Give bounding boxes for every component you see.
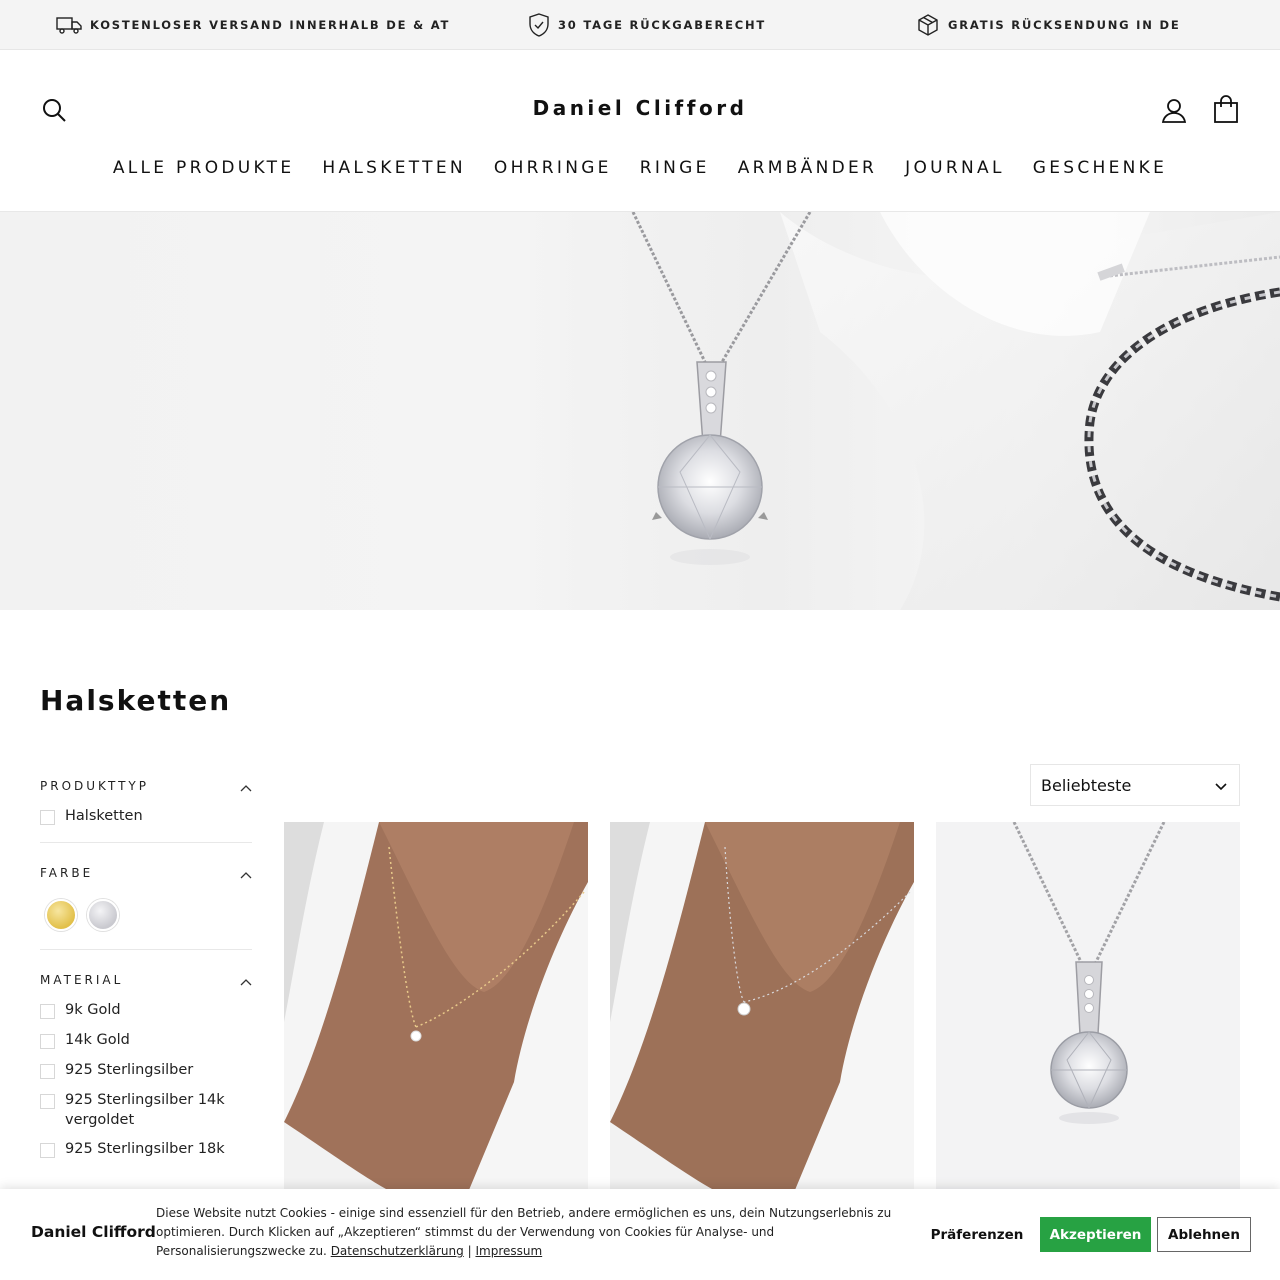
cookie-banner-text: Diese Website nutzt Cookies - einige sin… xyxy=(156,1204,896,1262)
chevron-up-icon xyxy=(240,971,252,990)
search-button[interactable] xyxy=(40,96,68,124)
announcement-text: 30 TAGE RÜCKGABERECHT xyxy=(558,18,767,32)
cookie-banner-logo: Daniel Clifford xyxy=(31,1223,156,1241)
product-image-silver-necklace xyxy=(610,822,914,1202)
user-icon xyxy=(1160,99,1188,128)
announcement-returns: 30 TAGE RÜCKGABERECHT xyxy=(528,13,766,37)
filter-toggle-product-type[interactable]: PRODUKTTYP xyxy=(40,770,252,802)
search-icon xyxy=(40,99,68,128)
package-icon xyxy=(916,13,940,37)
announcement-text: GRATIS RÜCKSENDUNG IN DE xyxy=(948,18,1181,32)
hero-banner xyxy=(0,212,1280,610)
site-header: Daniel Clifford ALLE PRODUKTE HALSKETTEN… xyxy=(0,50,1280,212)
color-swatches xyxy=(40,899,252,931)
filter-checkbox[interactable] xyxy=(40,1094,55,1109)
filter-option-label: 925 Sterlingsilber 18k xyxy=(65,1141,225,1157)
filter-option-label: 925 Sterlingsilber 14k vergoldet xyxy=(65,1092,225,1128)
filter-option[interactable]: 14k Gold xyxy=(40,1030,252,1050)
shield-check-icon xyxy=(528,13,550,37)
link-separator: | xyxy=(467,1244,472,1259)
filter-option[interactable]: 925 Sterlingsilber 18k xyxy=(40,1139,252,1159)
filter-title: PRODUKTTYP xyxy=(40,779,149,793)
announcement-text: KOSTENLOSER VERSAND INNERHALB DE & AT xyxy=(90,18,451,32)
filter-checkbox[interactable] xyxy=(40,1143,55,1158)
shopping-bag-icon xyxy=(1212,95,1240,128)
nav-item-geschenke[interactable]: GESCHENKE xyxy=(1019,158,1181,178)
product-card[interactable] xyxy=(610,822,914,1202)
filter-sidebar: PRODUKTTYP Halsketten FARBE MATERIAL 9k … xyxy=(40,770,252,1159)
nav-item-halsketten[interactable]: HALSKETTEN xyxy=(308,158,480,178)
filter-option[interactable]: Halsketten xyxy=(40,806,252,826)
announcement-shipping: KOSTENLOSER VERSAND INNERHALB DE & AT xyxy=(56,13,450,37)
product-card[interactable] xyxy=(936,822,1240,1202)
nav-item-armbaender[interactable]: ARMBÄNDER xyxy=(724,158,891,178)
privacy-policy-link[interactable]: Datenschutzerklärung xyxy=(331,1244,464,1258)
cookie-decline-button[interactable]: Ablehnen xyxy=(1157,1217,1251,1252)
nav-item-ringe[interactable]: RINGE xyxy=(626,158,724,178)
filter-option[interactable]: 9k Gold xyxy=(40,1000,252,1020)
product-image-gold-necklace xyxy=(284,822,588,1202)
cookie-preferences-button[interactable]: Präferenzen xyxy=(922,1217,1032,1252)
filter-title: FARBE xyxy=(40,866,94,880)
swatch-silver[interactable] xyxy=(87,899,119,931)
hero-jewelry-image xyxy=(631,212,1280,610)
site-logo[interactable]: Daniel Clifford xyxy=(440,96,840,120)
truck-icon xyxy=(56,16,82,34)
filter-toggle-material[interactable]: MATERIAL xyxy=(40,964,252,996)
filter-checkbox[interactable] xyxy=(40,1034,55,1049)
chevron-up-icon xyxy=(240,864,252,883)
chevron-down-icon xyxy=(1215,776,1227,795)
product-card[interactable] xyxy=(284,822,588,1202)
cookie-accept-button[interactable]: Akzeptieren xyxy=(1040,1217,1151,1252)
sort-selected-value: Beliebteste xyxy=(1041,775,1132,795)
imprint-link[interactable]: Impressum xyxy=(475,1244,542,1258)
swatch-gold[interactable] xyxy=(45,899,77,931)
filter-option-label: Halsketten xyxy=(65,808,143,824)
filter-divider xyxy=(40,949,252,950)
collection-title: Halsketten xyxy=(40,684,232,717)
nav-item-journal[interactable]: JOURNAL xyxy=(891,158,1019,178)
filter-checkbox[interactable] xyxy=(40,1004,55,1019)
filter-option[interactable]: 925 Sterlingsilber 14k vergoldet xyxy=(40,1090,252,1130)
filter-checkbox[interactable] xyxy=(40,810,55,825)
filter-toggle-color[interactable]: FARBE xyxy=(40,857,252,889)
filter-title: MATERIAL xyxy=(40,973,124,987)
filter-option-label: 14k Gold xyxy=(65,1032,130,1048)
main-nav: ALLE PRODUKTE HALSKETTEN OHRRINGE RINGE … xyxy=(0,158,1280,178)
filter-option-label: 925 Sterlingsilber xyxy=(65,1062,194,1078)
announcement-free-return: GRATIS RÜCKSENDUNG IN DE xyxy=(916,13,1180,37)
nav-item-ohrringe[interactable]: OHRRINGE xyxy=(480,158,626,178)
nav-item-alle-produkte[interactable]: ALLE PRODUKTE xyxy=(99,158,309,178)
filter-checkbox[interactable] xyxy=(40,1064,55,1079)
filter-divider xyxy=(40,842,252,843)
filter-option[interactable]: 925 Sterlingsilber xyxy=(40,1060,252,1080)
cart-button[interactable] xyxy=(1212,94,1240,124)
announcement-bar: KOSTENLOSER VERSAND INNERHALB DE & AT 30… xyxy=(0,0,1280,50)
product-image-solitaire-pendant xyxy=(936,822,1240,1202)
account-button[interactable] xyxy=(1160,96,1188,124)
filter-option-label: 9k Gold xyxy=(65,1002,121,1018)
sort-select[interactable]: Beliebteste xyxy=(1030,764,1240,806)
chevron-up-icon xyxy=(240,777,252,796)
